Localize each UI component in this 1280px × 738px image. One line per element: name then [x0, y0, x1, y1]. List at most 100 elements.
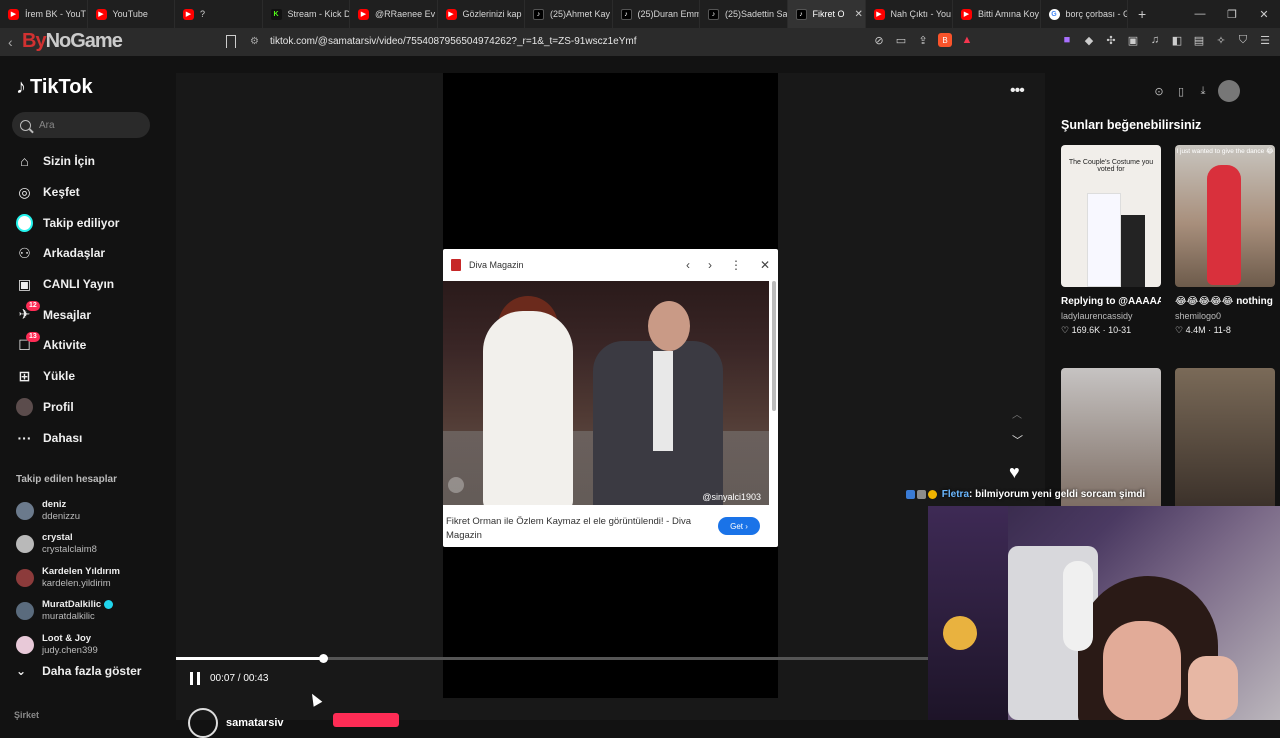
following-account[interactable]: Kardelen Yıldırım kardelen.yildirim [16, 561, 176, 595]
menu-icon[interactable]: ☰ [1258, 33, 1272, 47]
twitch-extension-icon[interactable]: ■ [1060, 33, 1074, 47]
close-window-icon[interactable]: ✕ [1248, 0, 1280, 28]
back-arrow-icon[interactable]: ‹ [8, 34, 13, 50]
rec-user[interactable]: shemilogo0 [1175, 309, 1275, 323]
brave-rewards-icon[interactable]: ▲ [960, 33, 974, 47]
site-info-icon[interactable]: ⚙ [250, 36, 262, 48]
rec-title[interactable]: Replying to @AAAAAA ! ∞ ... [1061, 295, 1161, 309]
nav-item[interactable]: ◎ Keşfet [0, 177, 176, 208]
brave-shields-icon[interactable]: B [938, 33, 952, 47]
maximize-icon[interactable]: ❐ [1216, 0, 1248, 28]
url-field[interactable]: tiktok.com/@samatarsiv/video/75540879565… [270, 36, 636, 47]
nav-item[interactable]: ⚇ Arkadaşlar [0, 238, 176, 269]
pause-icon[interactable] [190, 672, 200, 685]
get-button[interactable]: Get › [718, 517, 760, 535]
previous-video-icon[interactable]: ︿ [1012, 406, 1022, 421]
nav-item[interactable]: ☐ 13 Aktivite [0, 330, 176, 361]
following-account[interactable]: crystal crystalclaim8 [16, 528, 176, 562]
nav-item[interactable]: Takip ediliyor [0, 207, 176, 238]
bynogame-logo: ByNoGame [22, 30, 123, 52]
following-account[interactable]: MuratDalkilic muratdalkilic [16, 595, 176, 629]
following-account[interactable]: deniz ddenizzu [16, 494, 176, 528]
music-icon[interactable]: ♫ [1148, 33, 1162, 47]
nav-item[interactable]: ⊞ Yükle [0, 361, 176, 392]
author-avatar[interactable] [188, 708, 218, 738]
rec-title[interactable]: 😂😂😂😂😂 nothing beats a jet... [1175, 295, 1275, 309]
following-account[interactable]: Loot & Joy judy.chen399 [16, 628, 176, 662]
nav-item[interactable]: ✈ 12 Mesajlar [0, 299, 176, 330]
tab-label: YouTube [112, 9, 148, 19]
nav-item[interactable]: ▣ CANLI Yayın [0, 269, 176, 300]
nav-item[interactable]: ··· Dahası [0, 422, 176, 453]
account-name: MuratDalkilic [42, 599, 102, 611]
popup-source: Diva Magazin [469, 260, 524, 270]
media-icon[interactable]: ⊘ [872, 33, 886, 47]
browser-tab[interactable]: K Stream - Kick D [263, 0, 350, 28]
phone-icon[interactable]: ▯ [1174, 84, 1188, 98]
rec-thumbnail[interactable]: I just wanted to give the dance 😂 [1175, 145, 1275, 287]
browser-tab[interactable]: ♪ (25)Sadettin Sa [700, 0, 788, 28]
nav-item[interactable]: ⌂ Sizin İçin [0, 146, 176, 177]
kebab-menu-icon[interactable]: ⋮ [730, 258, 742, 272]
browser-tab[interactable]: ▶ Gözlerinizi kap [438, 0, 525, 28]
search-box[interactable] [12, 112, 150, 138]
browser-tab[interactable]: ▶ @RRaenee Ev [350, 0, 438, 28]
prev-arrow-icon[interactable]: ‹ [686, 258, 690, 272]
main-nav: ⌂ Sizin İçin ◎ Keşfet Takip ediliyor ⚇ Arkadaş… [0, 146, 176, 453]
browser-tab[interactable]: ▶? [175, 0, 263, 28]
vpn-shield-icon[interactable]: ⛉ [1236, 33, 1250, 47]
show-more-button[interactable]: ⌄ Daha fazla göster [16, 664, 141, 678]
more-options-icon[interactable]: ••• [1010, 82, 1025, 100]
browser-tab[interactable]: ▶ Nah Çıktı - You [866, 0, 953, 28]
download-icon[interactable]: ⤓ [1196, 84, 1210, 98]
browser-tab[interactable]: ▶ YouTube [88, 0, 175, 28]
search-icon [20, 119, 31, 131]
browser-tab[interactable]: Gborç çorbası - G [1041, 0, 1128, 28]
rec-user[interactable]: ladylaurencassidy [1061, 309, 1161, 323]
cast-icon[interactable]: ▭ [894, 33, 908, 47]
extension-diamond-icon[interactable]: ◆ [1082, 33, 1096, 47]
account-avatar [16, 635, 34, 654]
tiktok-logo[interactable]: ♪ TikTok [16, 76, 93, 99]
rec-thumbnail[interactable] [1175, 368, 1275, 510]
search-input[interactable] [39, 119, 139, 131]
like-heart-icon[interactable]: ♥ [1009, 462, 1020, 483]
extensions-puzzle-icon[interactable]: ✣ [1104, 33, 1118, 47]
author-name[interactable]: samatarsiv [226, 717, 284, 729]
screenshot-icon[interactable]: ▣ [1126, 33, 1140, 47]
close-tab-icon[interactable]: ✕ [855, 9, 863, 20]
footer-company[interactable]: Şirket [14, 710, 39, 720]
rec-card[interactable] [1175, 368, 1275, 510]
rec-card[interactable]: The Couple's Costume you voted for Reply… [1061, 145, 1161, 337]
minimize-icon[interactable]: — [1184, 0, 1216, 28]
browser-tab[interactable]: ♪ (25)Ahmet Kay [525, 0, 613, 28]
video-author[interactable]: samatarsiv [188, 708, 284, 738]
wallet-icon[interactable]: ▤ [1192, 33, 1206, 47]
live-icon: ▣ [17, 275, 32, 292]
browser-tab[interactable]: ▶ İrem BK - YouT [0, 0, 88, 28]
popup-scrollbar[interactable] [772, 281, 776, 411]
coin-icon[interactable]: ⊙ [1152, 84, 1166, 98]
rec-thumbnail[interactable]: The Couple's Costume you voted for [1061, 145, 1161, 287]
nav-label: Keşfet [43, 185, 80, 200]
video-progress-bar[interactable] [176, 654, 928, 663]
ai-icon[interactable]: ✧ [1214, 33, 1228, 47]
new-tab-icon[interactable]: + [1128, 6, 1156, 22]
browser-tab-bar: ▶ İrem BK - YouT ▶ YouTube ▶? K Stream - Kick … [0, 0, 1280, 28]
close-icon[interactable]: ✕ [760, 258, 770, 272]
follow-button[interactable] [333, 713, 399, 727]
browser-tab[interactable]: ♪ Fikret O ✕ [787, 0, 866, 28]
next-video-icon[interactable]: ﹀ [1012, 432, 1023, 448]
browser-tab[interactable]: ♪ (25)Duran Emm [613, 0, 700, 28]
nav-label: Arkadaşlar [43, 246, 106, 261]
nav-item[interactable]: Profil [0, 392, 176, 423]
share-icon[interactable]: ⇪ [916, 33, 930, 47]
next-arrow-icon[interactable]: › [708, 258, 712, 272]
sidebar-toggle-icon[interactable]: ◧ [1170, 33, 1184, 47]
news-photo: @sinyalci1903 [443, 281, 769, 505]
rec-card[interactable]: I just wanted to give the dance 😂 😂😂😂😂😂 … [1175, 145, 1275, 337]
bookmark-icon[interactable] [226, 35, 236, 48]
browser-tab[interactable]: ▶ Bitti Amına Koy [953, 0, 1041, 28]
toolbar-icons: ⊘ ▭ ⇪ B ▲ ■ ◆ ✣ ▣ ♫ ◧ ▤ ✧ ⛉ ☰ [872, 33, 1272, 47]
user-avatar[interactable] [1218, 80, 1240, 102]
